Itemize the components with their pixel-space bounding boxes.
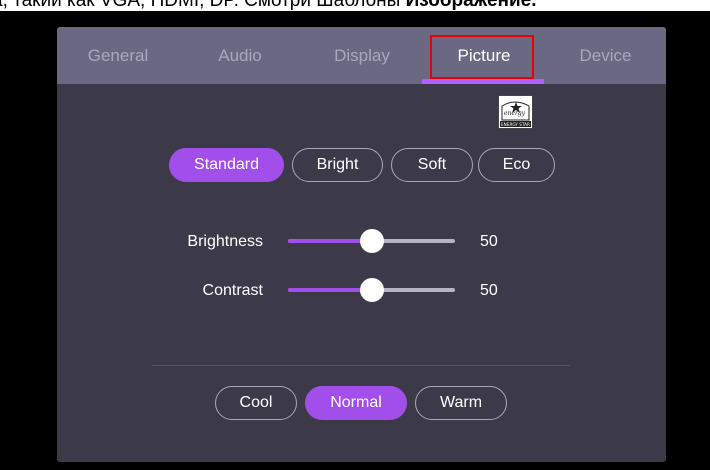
mode-soft-button[interactable]: Soft bbox=[391, 148, 473, 182]
tab-audio[interactable]: Audio bbox=[179, 27, 301, 84]
contrast-label: Contrast bbox=[202, 282, 263, 299]
caption-prefix: а, такий как VGA, HDMI, DP. Смотри Шабло… bbox=[0, 0, 406, 11]
mode-bright-button[interactable]: Bright bbox=[292, 148, 383, 182]
mode-eco-button[interactable]: Eco bbox=[478, 148, 555, 182]
tab-general[interactable]: General bbox=[57, 27, 179, 84]
divider bbox=[152, 365, 570, 366]
tab-display[interactable]: Display bbox=[301, 27, 423, 84]
tab-device[interactable]: Device bbox=[545, 27, 666, 84]
tab-bar: General Audio Display Picture Device bbox=[57, 27, 666, 84]
mode-standard-button[interactable]: Standard bbox=[169, 148, 284, 182]
brightness-slider-knob[interactable] bbox=[359, 229, 384, 253]
contrast-value: 50 bbox=[480, 282, 498, 299]
energy-star-label: ENERGY STAR bbox=[501, 122, 530, 127]
energy-star-logo: energy ENERGY STAR bbox=[498, 95, 533, 129]
temp-cool-button[interactable]: Cool bbox=[215, 386, 297, 420]
caption-text: а, такий как VGA, HDMI, DP. Смотри Шабло… bbox=[0, 0, 710, 11]
highlight-box bbox=[430, 35, 534, 79]
brightness-value: 50 bbox=[480, 233, 498, 250]
contrast-slider-knob[interactable] bbox=[359, 278, 384, 302]
brightness-label: Brightness bbox=[187, 233, 263, 250]
energy-star-script: energy bbox=[504, 110, 526, 117]
brightness-slider-fill bbox=[288, 239, 372, 243]
active-tab-underline bbox=[422, 79, 544, 84]
contrast-slider-fill bbox=[288, 288, 372, 292]
caption-bold: Изображение. bbox=[405, 0, 537, 11]
temp-warm-button[interactable]: Warm bbox=[415, 386, 507, 420]
settings-panel: General Audio Display Picture Device ene… bbox=[57, 27, 666, 462]
temp-normal-button[interactable]: Normal bbox=[305, 386, 407, 420]
